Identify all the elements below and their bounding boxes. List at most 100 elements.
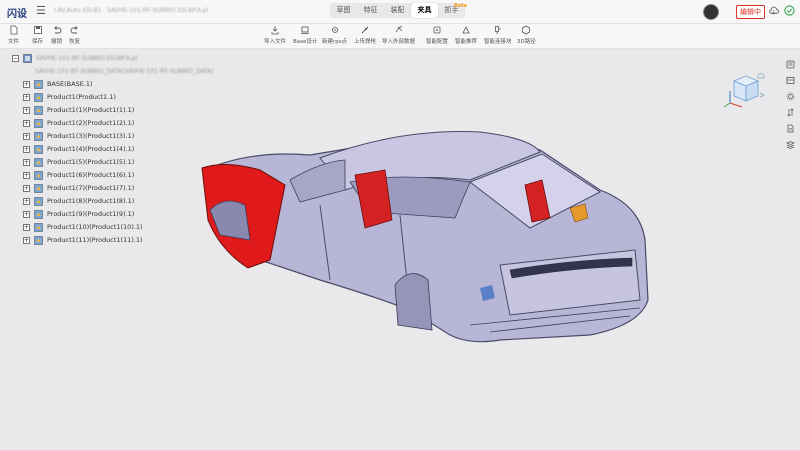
tree-item[interactable]: + Product1(7)(Product1(7).1)	[23, 182, 134, 194]
undo-icon	[53, 26, 61, 34]
tree-item[interactable]: + Product1(5)(Product1(5).1)	[23, 156, 134, 168]
smart-connector-button[interactable]: 智能连接块	[484, 25, 512, 45]
rotate-arrow-icon[interactable]	[759, 92, 765, 98]
file-button[interactable]: 文件	[8, 25, 19, 45]
tree-item[interactable]: + Product1(3)(Product1(3).1)	[23, 130, 134, 142]
tree-item[interactable]: + Product1(6)(Product1(6).1)	[23, 169, 134, 181]
product-icon	[34, 157, 43, 167]
rps-icon	[331, 27, 338, 33]
menu-icon[interactable]: ☰	[36, 4, 46, 17]
expand-icon[interactable]: +	[23, 145, 30, 153]
tab-feature[interactable]: 特征	[357, 3, 384, 18]
tree-item-label: BASE(BASE.1)	[47, 80, 93, 88]
product-icon	[34, 222, 43, 232]
check-circle-icon	[784, 5, 795, 16]
expand-icon[interactable]: +	[23, 80, 30, 88]
list-icon[interactable]	[786, 76, 795, 85]
tab-label: 装配	[390, 6, 405, 14]
tree-data-node[interactable]: SAVHE-101-RF-SUBBIO_DATA(SAVHE-101-RF-SU…	[35, 65, 214, 77]
expand-icon[interactable]: +	[23, 119, 30, 127]
expand-icon[interactable]: +	[23, 210, 30, 218]
document-title: I.AV.Auto.SSLB1 · SAVHE-101-RF-SUBBIO.SS…	[54, 7, 209, 14]
tab-fixture[interactable]: 夹具	[411, 3, 438, 18]
tree-item[interactable]: + Product1(Product1.1)	[23, 91, 116, 103]
undo-button[interactable]: 撤销	[51, 25, 62, 45]
new-rps-button[interactable]: 新建rps点	[322, 25, 347, 45]
import-external-data-button[interactable]: 导入外部数据	[382, 25, 415, 45]
expand-icon[interactable]: +	[23, 223, 30, 231]
expand-icon[interactable]: +	[23, 132, 30, 140]
app-logo: 闪设	[7, 9, 27, 20]
upload-weld-gun-button[interactable]: 上传焊枪	[354, 25, 376, 45]
tree-item[interactable]: + Product1(4)(Product1(4).1)	[23, 143, 134, 155]
undo-label: 撤销	[51, 39, 63, 45]
mode-tabs: 草图 特征 装配 夹具 抓手 Beta	[330, 3, 468, 18]
redo-button[interactable]: 恢复	[69, 25, 80, 45]
tree-data-label: SAVHE-101-RF-SUBBIO_DATA(SAVHE-101-RF-SU…	[35, 67, 214, 75]
stack-icon[interactable]	[785, 140, 795, 149]
document-icon[interactable]	[786, 124, 795, 133]
tab-label: 特征	[363, 6, 378, 14]
tool-label: 新建rps点	[322, 39, 348, 45]
rear-wheel-arch	[394, 273, 433, 331]
tab-assembly[interactable]: 装配	[384, 3, 411, 18]
view-cube[interactable]	[722, 73, 766, 113]
layers-icon[interactable]	[786, 60, 795, 69]
save-button[interactable]: 保存	[32, 25, 43, 45]
tree-item[interactable]: + Product1(9)(Product1(9).1)	[23, 208, 134, 220]
product-icon	[34, 235, 43, 245]
title-bar: 闪设 ☰ I.AV.Auto.SSLB1 · SAVHE-101-RF-SUBB…	[0, 0, 800, 24]
tab-label: 草图	[336, 6, 351, 14]
base-design-button[interactable]: Base设计	[293, 25, 317, 45]
3d-car-model[interactable]	[170, 110, 670, 360]
expand-icon[interactable]: +	[23, 106, 30, 114]
home-icon[interactable]	[757, 73, 765, 79]
beta-badge: Beta	[454, 3, 467, 9]
tree-item-label: Product1(9)(Product1(9).1)	[47, 210, 135, 218]
product-icon	[34, 209, 43, 219]
tree-item[interactable]: + Product1(8)(Product1(8).1)	[23, 195, 134, 207]
tab-label: 夹具	[417, 6, 432, 14]
expand-icon[interactable]: +	[23, 184, 30, 192]
expand-icon[interactable]: +	[23, 197, 30, 205]
tool-label: 智能配置	[426, 39, 449, 45]
weld-gun-icon	[361, 26, 369, 34]
sort-icon[interactable]	[786, 108, 795, 117]
tool-label: 3D路径	[517, 39, 536, 45]
settings-icon[interactable]	[786, 92, 795, 101]
tool-label: Base设计	[293, 39, 318, 45]
save-icon	[33, 26, 42, 34]
tree-item-label: Product1(1)(Product1(1).1)	[47, 106, 135, 114]
tree-item[interactable]: + Product1(10)(Product1(10).1)	[23, 221, 143, 233]
product-icon	[34, 170, 43, 180]
tree-item-label: Product1(2)(Product1(2).1)	[47, 119, 135, 127]
import-file-button[interactable]: 导入文件	[264, 25, 286, 45]
smart-config-button[interactable]: 智能配置	[426, 25, 448, 45]
tree-root-label: SAVHE-101-RF-SUBBIO.SSLBP.A.pl	[36, 54, 138, 62]
tree-item[interactable]: + BASE(BASE.1)	[23, 78, 93, 90]
tool-label: 导入文件	[264, 39, 287, 45]
tree-item[interactable]: + Product1(11)(Product1(11).1)	[23, 234, 143, 246]
save-label: 保存	[32, 39, 44, 45]
smart-recommend-button[interactable]: 智能推荐	[455, 25, 477, 45]
tab-sketch[interactable]: 草图	[330, 3, 357, 18]
expand-icon[interactable]: +	[23, 93, 30, 101]
expand-icon[interactable]: +	[23, 158, 30, 166]
tree-root[interactable]: − SAVHE-101-RF-SUBBIO.SSLBP.A.pl	[12, 52, 137, 64]
3d-path-button[interactable]: 3D路径	[517, 25, 536, 45]
expand-icon[interactable]: +	[23, 236, 30, 244]
tree-item-label: Product1(3)(Product1(3).1)	[47, 132, 135, 140]
tree-item[interactable]: + Product1(2)(Product1(2).1)	[23, 117, 134, 129]
product-icon	[34, 131, 43, 141]
collapse-icon[interactable]: −	[12, 54, 19, 62]
expand-icon[interactable]: +	[23, 171, 30, 179]
avatar[interactable]	[703, 4, 719, 20]
edit-status-button[interactable]: 编辑中	[736, 5, 765, 19]
import-icon	[271, 26, 279, 35]
tree-item[interactable]: + Product1(1)(Product1(1).1)	[23, 104, 134, 116]
product-icon	[34, 118, 43, 128]
tool-label: 智能连接块	[484, 39, 512, 45]
cloud-icon[interactable]	[768, 5, 779, 16]
base-icon	[301, 26, 310, 34]
tab-gripper[interactable]: 抓手 Beta	[438, 3, 468, 18]
